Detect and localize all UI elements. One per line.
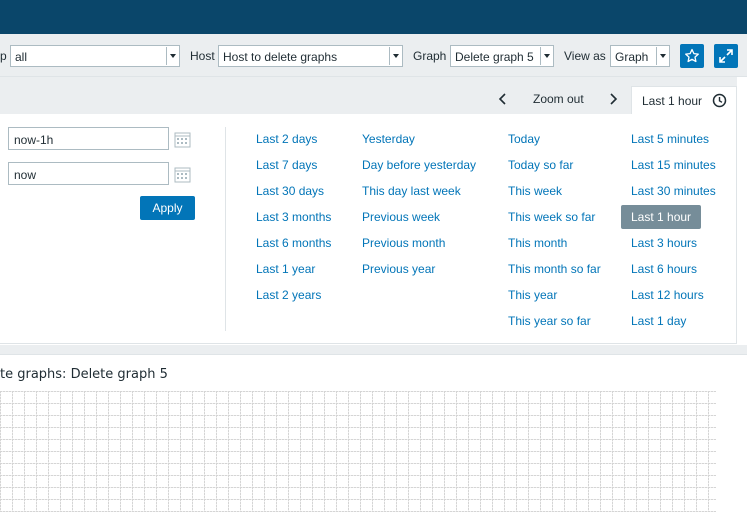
quick-range-link[interactable]: Last 3 months xyxy=(256,210,331,224)
time-range-tab[interactable]: Last 1 hour xyxy=(631,86,737,114)
quick-range-link[interactable]: This month so far xyxy=(508,262,601,276)
quick-range-link[interactable]: This month xyxy=(508,236,567,250)
quick-range-link[interactable]: Last 30 minutes xyxy=(631,184,716,198)
group-select-value: all xyxy=(15,50,28,64)
group-select[interactable]: all xyxy=(10,45,180,67)
calendar-icon[interactable] xyxy=(174,166,191,183)
viewas-select[interactable]: Graph xyxy=(610,45,670,67)
time-prev-button[interactable] xyxy=(497,87,509,111)
quick-range-link[interactable]: Last 2 days xyxy=(256,132,317,146)
graph-select-value: Delete graph 5 xyxy=(455,50,534,64)
fullscreen-icon xyxy=(719,49,733,63)
quick-range-link[interactable]: Yesterday xyxy=(362,132,415,146)
quick-range-link[interactable]: This week so far xyxy=(508,210,595,224)
quick-range-link[interactable]: Previous week xyxy=(362,210,440,224)
time-range-tab-label: Last 1 hour xyxy=(642,94,703,108)
clock-icon xyxy=(712,93,727,108)
group-label: p xyxy=(0,49,7,63)
chevron-down-icon xyxy=(166,47,176,65)
host-select[interactable]: Host to delete graphs xyxy=(218,45,403,67)
zoom-out-label: Zoom out xyxy=(533,92,584,106)
quick-range-link[interactable]: Last 6 hours xyxy=(631,262,697,276)
quick-range-link[interactable]: This week xyxy=(508,184,562,198)
quick-range-link[interactable]: This day last week xyxy=(362,184,461,198)
quick-range-link[interactable]: Last 12 hours xyxy=(631,288,704,302)
chevron-right-icon xyxy=(610,93,618,105)
chevron-down-icon xyxy=(389,47,399,65)
host-label: Host xyxy=(190,49,215,63)
quick-range-link[interactable]: Last 6 months xyxy=(256,236,331,250)
quick-range-link[interactable]: This year xyxy=(508,288,557,302)
quick-range-link[interactable]: Last 1 day xyxy=(631,314,686,328)
quick-range-link[interactable]: Last 1 hour xyxy=(621,205,702,229)
quick-range-link[interactable]: Last 15 minutes xyxy=(631,158,716,172)
quick-range-link[interactable]: Today so far xyxy=(508,158,573,172)
viewas-label: View as xyxy=(564,49,606,63)
quick-range-link[interactable]: This year so far xyxy=(508,314,591,328)
quick-range-link[interactable]: Day before yesterday xyxy=(362,158,476,172)
to-input-value: now xyxy=(14,168,37,182)
from-input-value: now-1h xyxy=(14,133,54,147)
chevron-down-icon xyxy=(540,47,550,65)
calendar-icon[interactable] xyxy=(174,131,191,148)
fullscreen-button[interactable] xyxy=(714,44,738,68)
add-to-favorites-button[interactable] xyxy=(680,44,704,68)
star-icon xyxy=(685,48,699,63)
quick-range-link[interactable]: Last 7 days xyxy=(256,158,317,172)
graph-container: te graphs: Delete graph 5 xyxy=(0,354,747,512)
time-next-button[interactable] xyxy=(607,87,619,111)
apply-button[interactable]: Apply xyxy=(140,196,195,220)
zoom-out-button[interactable]: Zoom out xyxy=(533,87,584,111)
quick-range-link[interactable]: Previous month xyxy=(362,236,445,250)
graph-title: te graphs: Delete graph 5 xyxy=(0,367,168,382)
from-input[interactable]: now-1h xyxy=(8,127,169,150)
viewas-select-value: Graph xyxy=(615,50,649,64)
chevron-down-icon xyxy=(656,47,666,65)
quick-range-link[interactable]: Previous year xyxy=(362,262,435,276)
chevron-left-icon xyxy=(498,93,506,105)
quick-range-link[interactable]: Last 1 year xyxy=(256,262,315,276)
quick-range-link[interactable]: Last 2 years xyxy=(256,288,321,302)
host-select-value: Host to delete graphs xyxy=(223,50,338,64)
quick-range-link[interactable]: Last 3 hours xyxy=(631,236,697,250)
quick-range-link[interactable]: Last 30 days xyxy=(256,184,324,198)
quick-range-link[interactable]: Today xyxy=(508,132,540,146)
graph-select[interactable]: Delete graph 5 xyxy=(450,45,554,67)
time-range-panel: now-1h now Apply Last 2 days Last 7 days L… xyxy=(0,114,737,344)
to-input[interactable]: now xyxy=(8,162,169,185)
panel-divider xyxy=(225,127,226,331)
quick-range-link[interactable]: Last 5 minutes xyxy=(631,132,709,146)
top-header-bar xyxy=(0,0,747,34)
graph-label: Graph xyxy=(413,49,447,63)
graph-grid-dots xyxy=(0,391,716,512)
filter-bar: p all Host Host to delete graphs Graph D… xyxy=(0,34,747,77)
section-gap xyxy=(0,345,747,354)
